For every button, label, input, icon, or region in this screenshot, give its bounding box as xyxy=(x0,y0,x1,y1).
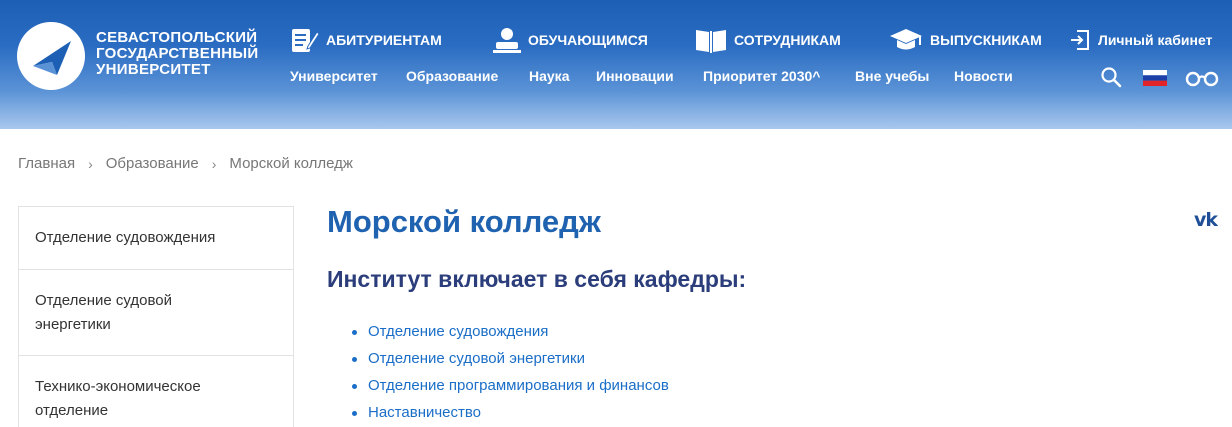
department-list: Отделение судовождения Отделение судовой… xyxy=(352,318,669,426)
main-nav-extracurricular[interactable]: Вне учебы xyxy=(855,68,929,84)
sidebar-item-ship-energy[interactable]: Отделение судовой энергетики xyxy=(19,270,293,356)
graduation-cap-icon xyxy=(890,29,922,50)
department-link-mentoring[interactable]: Наставничество xyxy=(352,399,669,426)
accessibility-button[interactable] xyxy=(1184,69,1220,92)
sidebar-item-label: Отделение судовой энергетики xyxy=(35,291,173,333)
breadcrumb: Главная › Образование › Морской колледж xyxy=(18,155,353,172)
sidebar-menu: Отделение судовождения Отделение судовой… xyxy=(18,206,294,427)
language-switch[interactable] xyxy=(1143,70,1167,91)
main-nav-university[interactable]: Университет xyxy=(290,68,378,84)
sidebar-item-navigation[interactable]: Отделение судовождения xyxy=(19,207,293,270)
section-subtitle: Институт включает в себя кафедры: xyxy=(327,266,747,292)
nav-students-label: ОБУЧАЮЩИМСЯ xyxy=(528,32,648,48)
department-link-ship-energy[interactable]: Отделение судовой энергетики xyxy=(352,345,669,372)
sidebar-item-tech-economic[interactable]: Технико-экономическое отделение xyxy=(19,356,293,427)
open-book-icon xyxy=(696,30,726,53)
nav-staff[interactable]: СОТРУДНИКАМ xyxy=(694,25,841,55)
glasses-icon xyxy=(1185,71,1219,87)
breadcrumb-separator: › xyxy=(88,155,93,172)
nav-graduates-label: ВЫПУСКНИКАМ xyxy=(930,32,1042,48)
nav-students[interactable]: ОБУЧАЮЩИМСЯ xyxy=(492,25,648,55)
breadcrumb-separator: › xyxy=(211,155,217,172)
main-nav: Университет Образование Наука Инновации … xyxy=(0,68,1232,88)
audience-nav: АБИТУРИЕНТАМ ОБУЧАЮЩИМСЯ СОТРУДНИКАМ ВЫП… xyxy=(0,25,1232,55)
site-header: СЕВАСТОПОЛЬСКИЙ ГОСУДАРСТВЕННЫЙ УНИВЕРСИ… xyxy=(0,0,1232,129)
nav-staff-label: СОТРУДНИКАМ xyxy=(734,32,841,48)
vk-share-icon[interactable]: vk xyxy=(1194,209,1218,231)
breadcrumb-current: Морской колледж xyxy=(229,155,353,172)
main-nav-priority-2030[interactable]: Приоритет 2030^ xyxy=(703,68,820,84)
main-nav-innovations[interactable]: Инновации xyxy=(596,68,674,84)
page-title: Морской колледж xyxy=(327,204,601,239)
nav-applicants-label: АБИТУРИЕНТАМ xyxy=(326,32,442,48)
department-link-navigation[interactable]: Отделение судовождения xyxy=(352,318,669,345)
breadcrumb-home[interactable]: Главная xyxy=(18,155,75,172)
personal-account-label: Личный кабинет xyxy=(1098,32,1213,48)
login-icon xyxy=(1071,30,1089,50)
notepad-pen-icon xyxy=(292,29,320,52)
personal-account-link[interactable]: Личный кабинет xyxy=(1068,25,1212,55)
search-icon xyxy=(1101,67,1122,88)
student-icon xyxy=(493,28,521,53)
sidebar-item-label: Технико-экономическое отделение xyxy=(35,378,201,419)
nav-applicants[interactable]: АБИТУРИЕНТАМ xyxy=(290,25,442,55)
main-nav-education[interactable]: Образование xyxy=(406,68,498,84)
russian-flag-icon xyxy=(1143,70,1167,86)
main-nav-science[interactable]: Наука xyxy=(529,68,569,84)
nav-graduates[interactable]: ВЫПУСКНИКАМ xyxy=(888,25,1042,55)
main-nav-news[interactable]: Новости xyxy=(954,68,1013,84)
department-link-programming-finance[interactable]: Отделение программирования и финансов xyxy=(352,372,669,399)
search-button[interactable] xyxy=(1100,66,1122,93)
breadcrumb-education[interactable]: Образование xyxy=(106,155,199,172)
sidebar-item-label: Отделение судовождения xyxy=(35,229,216,246)
